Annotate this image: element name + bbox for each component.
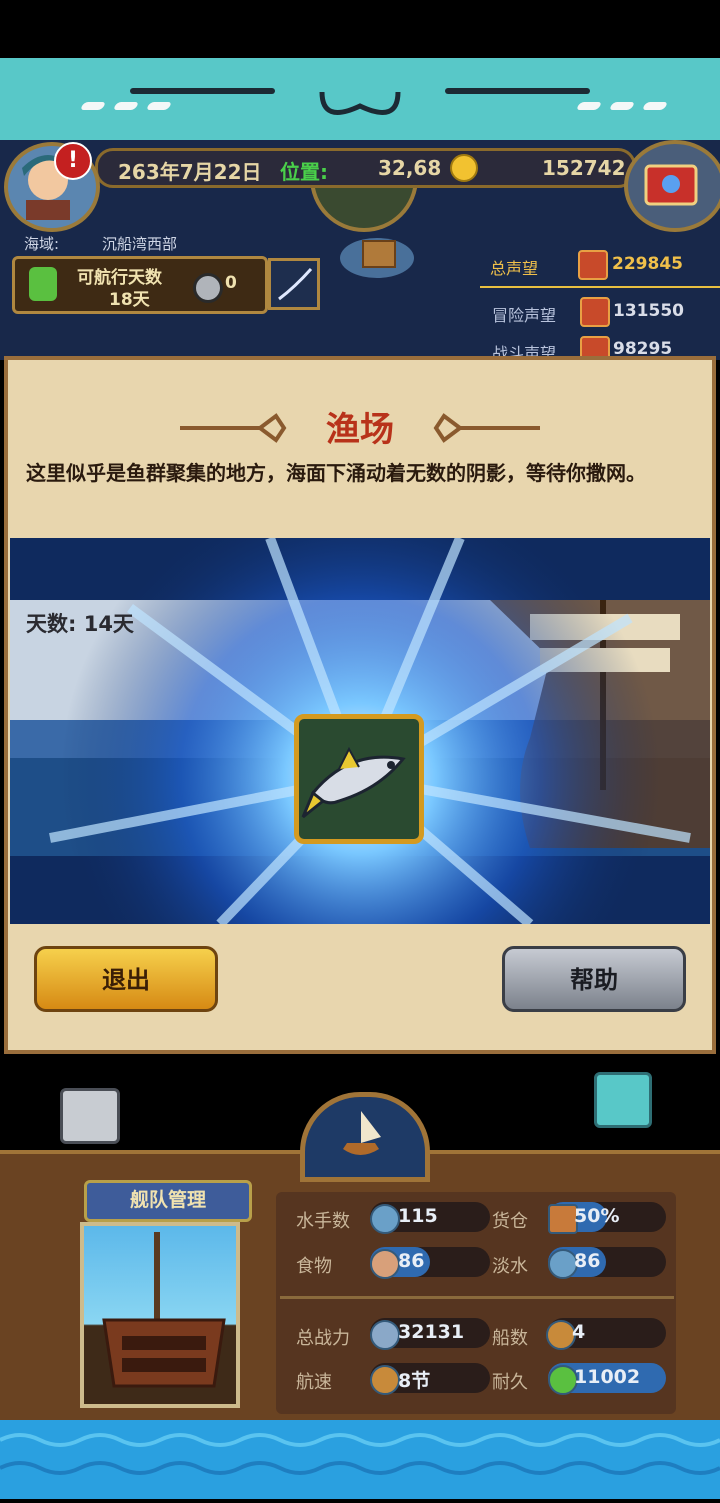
sail-days-value: 18天 — [109, 290, 150, 310]
speed-value: 8节 — [398, 1370, 431, 1392]
sea-area-label: 海域: — [24, 235, 60, 253]
meat-icon — [370, 1249, 400, 1279]
food-value: 86 — [398, 1250, 425, 1272]
crossed-swords-small-icon — [370, 1320, 400, 1350]
tuna-fish-icon[interactable] — [294, 714, 424, 844]
cargo-label: 货仓 — [492, 1211, 528, 1232]
total-reputation-value: 229845 — [612, 254, 683, 274]
help-button[interactable]: 帮助 — [502, 946, 686, 1012]
comet-skill-icon[interactable] — [268, 258, 320, 310]
dialog-title: 渔场 — [326, 410, 394, 450]
ship-wheel-icon[interactable] — [300, 1092, 430, 1182]
water-label: 淡水 — [492, 1256, 528, 1277]
alert-badge[interactable]: ! — [54, 142, 92, 180]
total-reputation-label: 总声望 — [490, 259, 539, 278]
top-banner — [0, 58, 720, 143]
coin-count: 0 — [225, 273, 237, 293]
speed-label: 航速 — [296, 1372, 332, 1393]
exit-button[interactable]: 退出 — [34, 946, 218, 1012]
sea-footer — [0, 1420, 720, 1499]
fleet-ship-picture[interactable] — [80, 1222, 240, 1408]
location-value: 32,68 — [378, 156, 442, 180]
date-text: 263年7月22日 — [118, 160, 262, 184]
cargo-value: 50% — [574, 1205, 620, 1227]
water-value: 86 — [574, 1250, 601, 1272]
sea-area-value: 沉船湾西部 — [102, 235, 178, 253]
dialog-description: 这里似乎是鱼群聚集的地方，海面下涌动着无数的阴影，等待你撒网。 — [26, 461, 646, 485]
power-value: 32131 — [398, 1321, 465, 1343]
pause-icon[interactable] — [29, 267, 57, 301]
sailor-icon — [370, 1204, 400, 1234]
status-bar: 263年7月22日 位置: 32,68 152742 — [95, 148, 636, 188]
compass-icon — [580, 297, 610, 327]
adventure-reputation-label: 冒险声望 — [492, 306, 557, 325]
food-label: 食物 — [296, 1256, 332, 1277]
location-label: 位置: — [280, 160, 328, 184]
days-remaining: 天数: 14天 — [26, 612, 134, 636]
cyan-cat-mascot-icon[interactable] — [594, 1072, 652, 1128]
treasure-chest-icon[interactable] — [624, 140, 720, 232]
ships-label: 船数 — [492, 1328, 528, 1349]
ships-value: 4 — [572, 1321, 586, 1343]
fleet-management-title[interactable]: 舰队管理 — [84, 1180, 252, 1222]
grey-cube-mascot-icon[interactable] — [60, 1088, 120, 1144]
power-label: 总战力 — [296, 1328, 350, 1349]
cat-mouth-icon — [319, 91, 401, 115]
reputation-shield-icon — [578, 250, 608, 280]
steering-coin-icon — [193, 273, 223, 303]
durability-value: 11002 — [574, 1366, 641, 1388]
sailors-label: 水手数 — [296, 1211, 350, 1232]
durability-label: 耐久 — [492, 1372, 528, 1393]
adventure-reputation-value: 131550 — [613, 301, 684, 321]
sailboat-icon — [370, 1365, 400, 1395]
gold-coin-icon — [450, 154, 478, 182]
sailors-value: 115 — [398, 1205, 438, 1227]
sail-days-panel: 可航行天数 18天 0 — [12, 256, 268, 314]
gold-amount: 152742 — [542, 156, 626, 180]
